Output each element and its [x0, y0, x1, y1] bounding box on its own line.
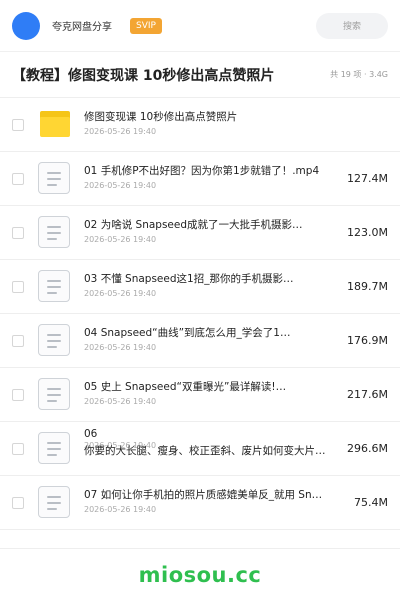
file-date: 2026-05-26 19:40 [84, 504, 157, 514]
list-item[interactable]: 05 史上 Snapseed“双重曝光”最详解读!… 2026-05-26 19… [0, 368, 400, 422]
page-title: 【教程】修图变现课 10秒修出高点赞照片 [12, 67, 275, 84]
file-size: 296.6M [347, 442, 388, 455]
file-date: 2026-05-26 19:40 [84, 396, 157, 406]
select-checkbox[interactable] [12, 226, 24, 239]
file-size: 123.0M [347, 226, 388, 239]
document-icon [38, 377, 72, 412]
list-item[interactable]: 06 2026-05-26 19:40 你要的大长腿、瘦身、校正歪斜、废片如何变… [0, 422, 400, 476]
file-date: 2026-05-26 19:40 [84, 234, 157, 244]
select-checkbox[interactable] [12, 334, 24, 347]
file-date: 2026-05-26 19:40 [84, 288, 157, 298]
select-checkbox[interactable] [12, 442, 24, 455]
avatar[interactable] [12, 11, 40, 40]
file-name: 06 [84, 427, 98, 440]
select-checkbox[interactable] [12, 388, 24, 401]
file-name: 05 史上 Snapseed“双重曝光”最详解读!… [84, 380, 287, 393]
list-item-folder[interactable]: 修图变现课 10秒修出高点赞照片 2026-05-26 19:40 [0, 98, 400, 152]
file-name: 07 如何让你手机拍的照片质感媲美单反_就用 Sn… [84, 488, 323, 501]
list-item[interactable]: 07 如何让你手机拍的照片质感媲美单反_就用 Sn… 2026-05-26 19… [0, 476, 400, 530]
file-name: 04 Snapseed“曲线”到底怎么用_学会了1… [84, 326, 291, 339]
file-size: 176.9M [347, 334, 388, 347]
file-name: 01 手机修P不出好图？因为你第1步就错了！.mp4 [84, 164, 320, 177]
file-size: 75.4M [354, 496, 388, 509]
document-icon [38, 323, 72, 358]
document-icon [38, 431, 72, 466]
list-item[interactable]: 01 手机修P不出好图？因为你第1步就错了！.mp4 2026-05-26 19… [0, 152, 400, 206]
list-item[interactable]: 02 为啥说 Snapseed成就了一大批手机摄影… 2026-05-26 19… [0, 206, 400, 260]
svip-badge: SVIP [130, 17, 162, 34]
select-checkbox[interactable] [12, 280, 24, 293]
document-icon [38, 215, 72, 250]
file-name: 02 为啥说 Snapseed成就了一大批手机摄影… [84, 218, 303, 231]
search-placeholder: 搜索 [342, 22, 361, 32]
select-checkbox[interactable] [12, 172, 24, 185]
top-bar: 夸克网盘分享 SVIP 搜索 [0, 0, 400, 52]
watermark-text: miosou.cc [138, 563, 262, 587]
sharer-name: 夸克网盘分享 [52, 22, 112, 33]
file-date: 2026-05-26 19:40 [84, 126, 157, 136]
item-summary: 共 19 项 · 3.4G [330, 70, 388, 79]
document-icon [38, 161, 72, 196]
search-input[interactable]: 搜索 [316, 12, 388, 39]
watermark-bar: miosou.cc [0, 548, 400, 601]
file-list: 修图变现课 10秒修出高点赞照片 2026-05-26 19:40 01 手机修… [0, 98, 400, 530]
folder-icon [38, 108, 72, 142]
file-name: 03 不懂 Snapseed这1招_那你的手机摄影… [84, 272, 294, 285]
file-size: 127.4M [347, 172, 388, 185]
list-item[interactable]: 04 Snapseed“曲线”到底怎么用_学会了1… 2026-05-26 19… [0, 314, 400, 368]
file-date: 2026-05-26 19:40 [84, 180, 157, 190]
file-size: 189.7M [347, 280, 388, 293]
file-size: 217.6M [347, 388, 388, 401]
document-icon [38, 269, 72, 304]
select-checkbox[interactable] [12, 118, 24, 131]
folder-title-bar: 【教程】修图变现课 10秒修出高点赞照片 共 19 项 · 3.4G [0, 52, 400, 98]
select-checkbox[interactable] [12, 496, 24, 509]
file-name-line2: 你要的大长腿、瘦身、校正歪斜、废片如何变大片… [84, 444, 326, 457]
file-date: 2026-05-26 19:40 [84, 342, 157, 352]
list-item[interactable]: 03 不懂 Snapseed这1招_那你的手机摄影… 2026-05-26 19… [0, 260, 400, 314]
file-name: 修图变现课 10秒修出高点赞照片 [84, 110, 238, 123]
document-icon [38, 485, 72, 520]
